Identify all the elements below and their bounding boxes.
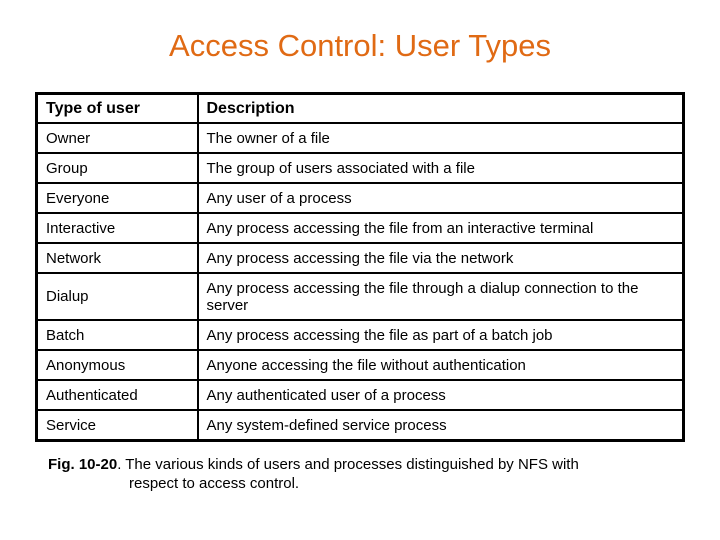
cell-description: Any process accessing the file from an i… [196,212,685,244]
cell-type: Everyone [35,182,199,214]
cell-type: Dialup [35,272,199,321]
cell-type: Batch [35,319,199,351]
caption-text-line1: . The various kinds of users and process… [117,456,579,473]
table-row: Everyone Any user of a process [35,182,685,214]
cell-description: Any process accessing the file as part o… [196,319,685,351]
caption-text-line2: respect to access control. [129,475,300,492]
table-header-row: Type of user Description [35,92,685,124]
cell-type: Owner [35,122,199,154]
cell-type: Group [35,152,199,184]
slide-title: Access Control: User Types [169,28,551,63]
cell-type: Anonymous [35,349,199,381]
cell-description: The group of users associated with a fil… [196,152,685,184]
table-row: Batch Any process accessing the file as … [35,319,685,351]
figure-label: Fig. 10-20 [48,456,118,473]
cell-description: Anyone accessing the file without authen… [196,349,685,381]
cell-type: Service [35,409,199,442]
cell-type: Authenticated [35,379,199,411]
table-row: Owner The owner of a file [35,122,685,154]
cell-description: Any process accessing the file through a… [196,272,685,321]
cell-description: Any user of a process [196,182,685,214]
cell-description: Any process accessing the file via the n… [196,242,685,274]
cell-description: Any system-defined service process [196,409,685,442]
cell-description: The owner of a file [196,122,685,154]
table-row: Network Any process accessing the file v… [35,242,685,274]
table-row: Interactive Any process accessing the fi… [35,212,685,244]
user-types-table: Type of user Description Owner The owner… [35,92,685,442]
cell-type: Interactive [35,212,199,244]
table-row: Authenticated Any authenticated user of … [35,379,685,411]
figure-caption: Fig. 10-20. The various kinds of users a… [48,455,668,493]
table-row: Dialup Any process accessing the file th… [35,272,685,321]
cell-description: Any authenticated user of a process [196,379,685,411]
header-description: Description [196,92,685,124]
table-row: Service Any system-defined service proce… [35,409,685,442]
table-row: Anonymous Anyone accessing the file with… [35,349,685,381]
cell-type: Network [35,242,199,274]
table-row: Group The group of users associated with… [35,152,685,184]
header-type-of-user: Type of user [35,92,199,124]
